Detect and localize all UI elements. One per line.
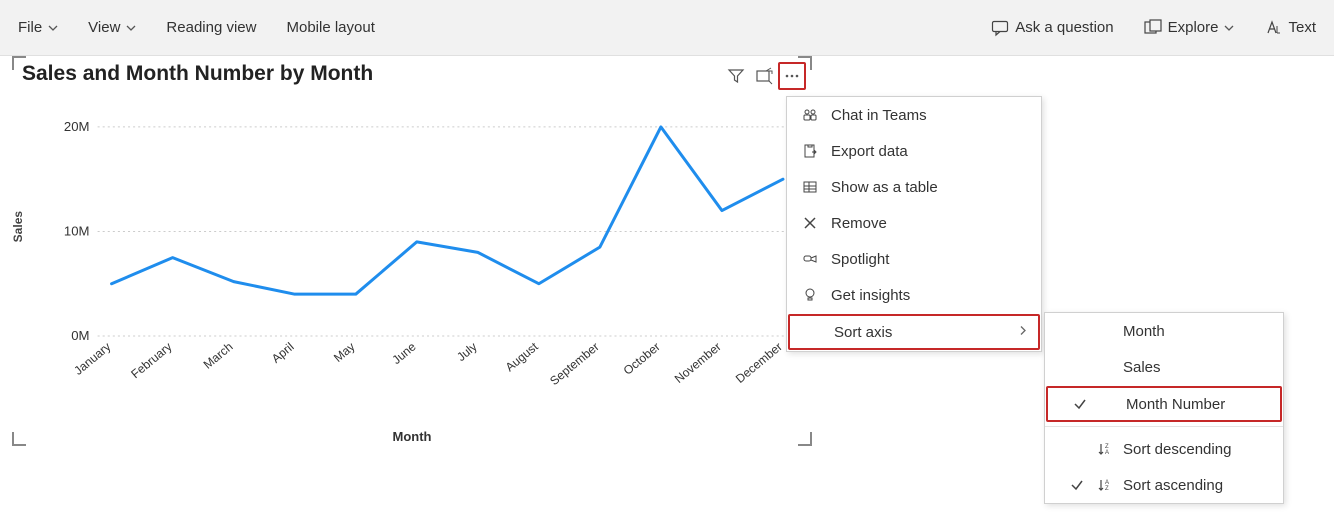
file-menu[interactable]: File [18, 19, 58, 36]
ask-question-button[interactable]: Ask a question [991, 19, 1113, 37]
reading-view-button[interactable]: Reading view [166, 19, 256, 36]
check-icon [1066, 397, 1094, 411]
more-icon [783, 67, 801, 85]
svg-text:April: April [269, 340, 297, 366]
menu-item-remove[interactable]: Remove [787, 205, 1041, 241]
svg-text:December: December [733, 340, 785, 386]
explore-label: Explore [1168, 19, 1219, 36]
spotlight-icon [799, 251, 821, 267]
desc-icon: ZA [1095, 441, 1115, 457]
svg-text:June: June [389, 339, 418, 367]
svg-text:March: March [201, 340, 236, 372]
focus-mode-button[interactable] [750, 62, 778, 90]
filter-icon [727, 67, 745, 85]
sort-option-sales[interactable]: Sales [1045, 349, 1283, 385]
menu-item-label: Sort descending [1123, 441, 1231, 458]
chart-visual[interactable]: Sales and Month Number by Month Sales Mo… [12, 56, 812, 446]
chart-plot-area: 0M 10M 20M January February March April May Jun… [52, 96, 802, 396]
explore-icon [1144, 19, 1162, 37]
view-menu-label: View [88, 19, 120, 36]
sort-option-month-number[interactable]: Month Number [1046, 386, 1282, 422]
menu-item-label: Show as a table [831, 179, 938, 196]
menu-item-spotlight[interactable]: Spotlight [787, 241, 1041, 277]
menu-item-label: Sort axis [834, 324, 892, 341]
file-menu-label: File [18, 19, 42, 36]
svg-text:Z: Z [1105, 486, 1109, 492]
svg-text:October: October [621, 340, 663, 378]
chart-title: Sales and Month Number by Month [12, 56, 812, 86]
export-icon [799, 143, 821, 159]
chevron-down-icon [1224, 23, 1234, 33]
svg-text:20M: 20M [64, 119, 90, 134]
ask-question-label: Ask a question [1015, 19, 1113, 36]
selection-corner [12, 432, 26, 446]
menu-divider [1045, 426, 1283, 427]
selection-corner [12, 56, 26, 70]
x-axis-label: Month [393, 429, 432, 444]
selection-corner [798, 432, 812, 446]
menu-item-label: Remove [831, 215, 887, 232]
svg-text:January: January [71, 339, 114, 378]
svg-text:August: August [503, 339, 542, 374]
mobile-layout-button[interactable]: Mobile layout [286, 19, 374, 36]
remove-icon [799, 215, 821, 231]
table-icon [799, 179, 821, 195]
reading-view-label: Reading view [166, 19, 256, 36]
menu-item-label: Export data [831, 143, 908, 160]
menu-item-label: Sales [1123, 359, 1161, 376]
mobile-layout-label: Mobile layout [286, 19, 374, 36]
svg-text:May: May [331, 339, 358, 365]
focus-icon [755, 67, 773, 85]
text-label: Text [1288, 19, 1316, 36]
text-icon [1264, 19, 1282, 37]
svg-text:September: September [547, 340, 602, 388]
top-toolbar: File View Reading view Mobile layout Ask… [0, 0, 1334, 56]
insights-icon [799, 287, 821, 303]
svg-text:November: November [672, 340, 724, 386]
svg-text:0M: 0M [71, 328, 89, 343]
svg-text:A: A [1105, 450, 1109, 456]
chevron-down-icon [48, 23, 58, 33]
menu-item-label: Sort ascending [1123, 477, 1223, 494]
sort-direction-sort-ascending[interactable]: AZ Sort ascending [1045, 467, 1283, 503]
text-button[interactable]: Text [1264, 19, 1316, 37]
menu-item-label: Chat in Teams [831, 107, 927, 124]
context-menu: Chat in Teams Export data Show as a table R… [786, 96, 1042, 352]
y-axis-label: Sales [11, 211, 25, 242]
view-menu[interactable]: View [88, 19, 136, 36]
chat-icon [991, 19, 1009, 37]
menu-item-get-insights[interactable]: Get insights [787, 277, 1041, 313]
menu-item-label: Month Number [1126, 396, 1225, 413]
menu-item-label: Spotlight [831, 251, 889, 268]
menu-item-label: Get insights [831, 287, 910, 304]
check-icon [1063, 478, 1091, 492]
svg-text:July: July [454, 339, 480, 364]
teams-icon [799, 107, 821, 123]
sort-option-month[interactable]: Month [1045, 313, 1283, 349]
sort-axis-submenu: MonthSalesMonth NumberZASort descendingA… [1044, 312, 1284, 504]
menu-item-sort-axis[interactable]: Sort axis [788, 314, 1040, 350]
chevron-right-icon [1018, 324, 1028, 341]
menu-item-export-data[interactable]: Export data [787, 133, 1041, 169]
svg-text:February: February [128, 339, 175, 381]
explore-menu[interactable]: Explore [1144, 19, 1235, 37]
menu-item-show-as-a-table[interactable]: Show as a table [787, 169, 1041, 205]
sort-direction-sort-descending[interactable]: ZA Sort descending [1045, 431, 1283, 467]
menu-item-label: Month [1123, 323, 1165, 340]
more-options-button[interactable] [778, 62, 806, 90]
chevron-down-icon [126, 23, 136, 33]
asc-icon: AZ [1095, 477, 1115, 493]
menu-item-chat-in-teams[interactable]: Chat in Teams [787, 97, 1041, 133]
filter-button[interactable] [722, 62, 750, 90]
svg-text:10M: 10M [64, 224, 90, 239]
